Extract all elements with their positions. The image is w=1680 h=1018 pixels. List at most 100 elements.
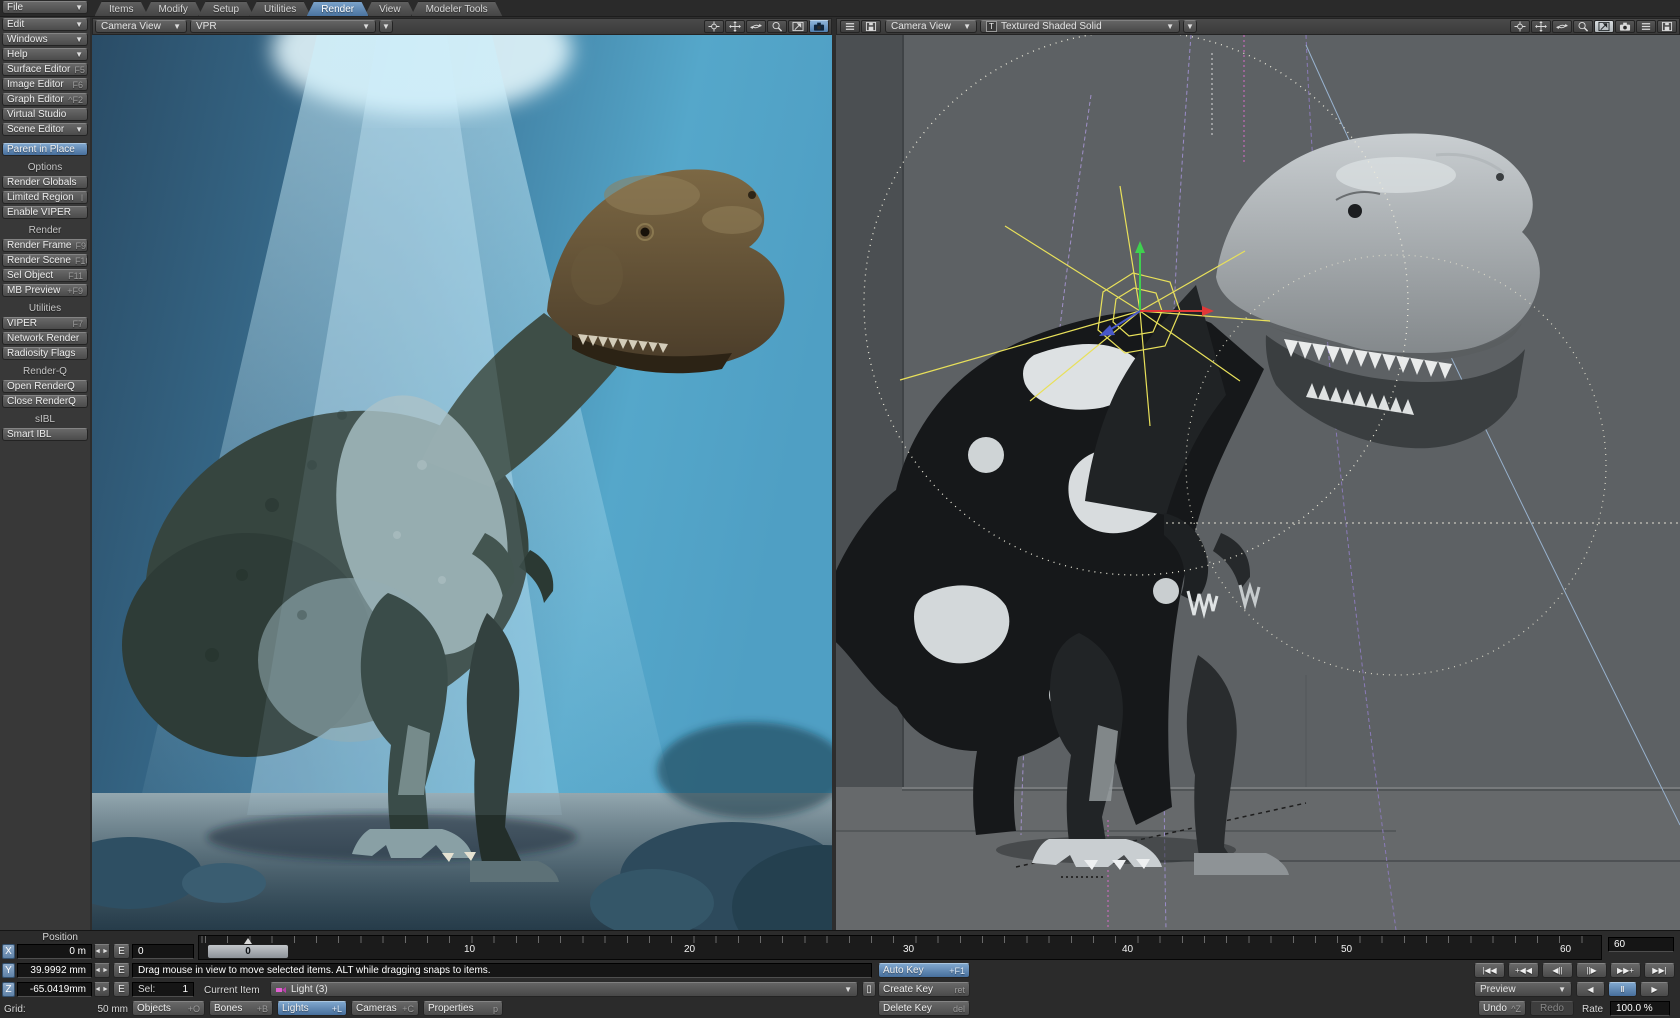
x-stepper[interactable]: ◄► [94,944,110,959]
pause-button[interactable]: ‖ [1608,982,1637,997]
lights-mode-button[interactable]: Lights+L [277,1001,347,1016]
enable-viper-button[interactable]: Enable VIPER [2,206,88,219]
chevron-down-icon: ▼ [75,35,83,44]
list-icon[interactable] [1636,20,1656,33]
chevron-down-icon: ▼ [75,20,83,29]
windows-menu[interactable]: Windows▼ [2,33,88,46]
camera-icon[interactable] [809,20,829,33]
bones-mode-button[interactable]: Bones+B [209,1001,273,1016]
tab-render[interactable]: Render [306,1,369,17]
y-stepper[interactable]: ◄► [94,963,110,978]
delete-key-button[interactable]: Delete Keydel [878,1001,970,1016]
z-envelope-button[interactable]: E [113,982,130,997]
chevron-down-icon: ▼ [1558,985,1566,994]
radiosity-flags-button[interactable]: Radiosity Flags [2,347,88,360]
tab-utilities[interactable]: Utilities [249,1,311,17]
left-render-mode-dropdown[interactable]: VPR▼ [190,20,376,33]
objects-mode-button[interactable]: Objects+O [132,1001,205,1016]
edit-menu[interactable]: Edit▼ [2,18,88,31]
network-render-button[interactable]: Network Render [2,332,88,345]
tab-items[interactable]: Items [94,1,148,17]
y-position-field[interactable]: 39.9992 mm [17,963,92,978]
previous-key-button[interactable]: +◀◀ [1508,963,1539,978]
properties-button[interactable]: Propertiesp [423,1001,503,1016]
right-view-type-dropdown[interactable]: Camera View▼ [885,20,977,33]
current-item-dropdown[interactable]: Light (3) ▼ [270,982,858,997]
tab-setup[interactable]: Setup [198,1,254,17]
limited-region-button[interactable]: Limited Regionl [2,191,88,204]
render-frame-button[interactable]: Render FrameF9 [2,239,88,252]
camera-icon[interactable] [1615,20,1635,33]
mb-preview-button[interactable]: MB Preview+F9 [2,284,88,297]
x-position-field[interactable]: 0 m [17,944,92,959]
z-position-field[interactable]: -65.0419mm [17,982,92,997]
rate-field[interactable]: 100.0 % [1610,1001,1670,1016]
tab-modeler-tools[interactable]: Modeler Tools [411,1,503,17]
render-globals-button[interactable]: Render Globals [2,176,88,189]
current-frame-field[interactable]: 0 [132,944,194,959]
close-renderq-button[interactable]: Close RenderQ [2,395,88,408]
open-renderq-button[interactable]: Open RenderQ [2,380,88,393]
maximize-icon[interactable] [788,20,808,33]
move-icon[interactable] [1531,20,1551,33]
smart-ibl-button[interactable]: Smart IBL [2,428,88,441]
move-icon[interactable] [725,20,745,33]
save-icon[interactable] [1657,20,1677,33]
rotate-icon[interactable] [746,20,766,33]
x-axis-badge[interactable]: X [2,944,15,959]
x-envelope-button[interactable]: E [113,944,130,959]
maximize-icon[interactable] [1594,20,1614,33]
save-icon[interactable] [861,20,881,33]
tab-modify[interactable]: Modify [143,1,202,17]
play-reverse-button[interactable]: ◀ [1576,982,1605,997]
tab-view[interactable]: View [364,1,416,17]
zoom-icon[interactable] [1573,20,1593,33]
virtual-studio-button[interactable]: Virtual Studio [2,108,88,121]
scene-editor-button[interactable]: Scene Editor▼ [2,123,88,136]
section-header-render: Render [2,225,88,236]
end-frame-field[interactable]: 60 [1608,937,1674,952]
preview-dropdown[interactable]: Preview▼ [1474,982,1572,997]
redo-button[interactable]: Redo [1530,1001,1574,1016]
viper-button[interactable]: VIPERF7 [2,317,88,330]
left-viewport-options-dropdown[interactable]: ▼ [379,20,393,33]
cameras-mode-button[interactable]: Cameras+C [351,1001,419,1016]
list-icon[interactable] [840,20,860,33]
y-axis-badge[interactable]: Y [2,963,15,978]
right-render-mode-dropdown[interactable]: TTextured Shaded Solid ▼ [980,20,1180,33]
next-frame-button[interactable]: ||▶ [1576,963,1607,978]
auto-key-button[interactable]: Auto Key+F1 [878,963,970,978]
z-stepper[interactable]: ◄► [94,982,110,997]
pan-icon[interactable] [704,20,724,33]
go-to-start-button[interactable]: |◀◀ [1474,963,1505,978]
next-key-button[interactable]: ▶▶+ [1610,963,1641,978]
pan-icon[interactable] [1510,20,1530,33]
zoom-icon[interactable] [767,20,787,33]
parent-in-place-button[interactable]: Parent in Place [2,143,88,156]
render-scene-button[interactable]: Render SceneF10 [2,254,88,267]
surface-editor-button[interactable]: Surface EditorF5 [2,63,88,76]
timeline-ruler[interactable]: 10 20 30 40 50 60 0 [198,935,1602,960]
go-to-end-button[interactable]: ▶▶| [1644,963,1675,978]
previous-frame-button[interactable]: ◀|| [1542,963,1573,978]
tick-label: 30 [903,944,914,955]
graph-editor-button[interactable]: Graph Editor^F2 [2,93,88,106]
chevron-down-icon: ▼ [173,22,181,31]
frame-slider-handle[interactable]: 0 [207,944,289,959]
rotate-icon[interactable] [1552,20,1572,33]
right-viewport-options-dropdown[interactable]: ▼ [1183,20,1197,33]
z-axis-badge[interactable]: Z [2,982,15,997]
sel-object-button[interactable]: Sel ObjectF11 [2,269,88,282]
vpr-viewport-canvas[interactable] [92,35,832,930]
play-button[interactable]: ▶ [1640,982,1669,997]
file-menu[interactable]: File ▼ [2,1,88,14]
help-menu[interactable]: Help▼ [2,48,88,61]
image-editor-button[interactable]: Image EditorF6 [2,78,88,91]
item-list-mini-button[interactable]: ▯ [862,982,876,997]
y-envelope-button[interactable]: E [113,963,130,978]
undo-button[interactable]: Undo^Z [1478,1001,1526,1016]
shaded-viewport-canvas[interactable] [836,35,1680,930]
create-key-button[interactable]: Create Keyret [878,982,970,997]
hint-bar: Drag mouse in view to move selected item… [132,963,872,978]
left-view-type-dropdown[interactable]: Camera View▼ [95,20,187,33]
